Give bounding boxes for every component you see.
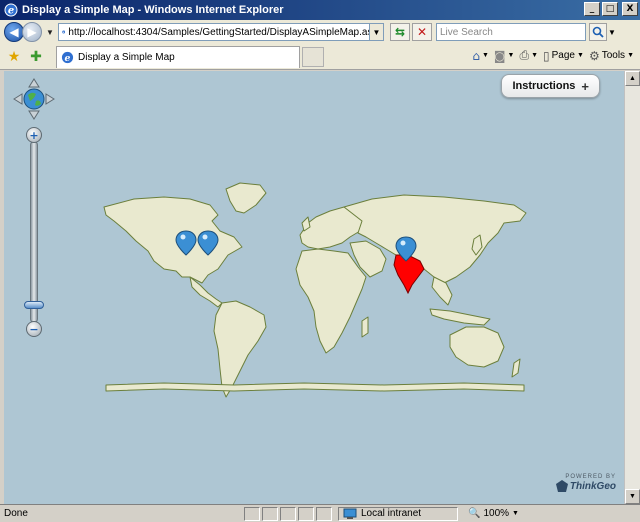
country-india [393,254,425,295]
window-title: Display a Simple Map - Windows Internet … [22,4,284,16]
brand-name: ThinkGeo [569,480,616,492]
status-segment [280,506,296,521]
instructions-button[interactable]: Instructions + [501,74,600,98]
status-segment [244,506,260,521]
vertical-scrollbar[interactable]: ▲ ▼ [624,71,640,504]
zoom-slider-track[interactable] [30,141,38,323]
home-icon: ⌂ [472,48,480,63]
zoom-in-button[interactable]: + [26,127,42,143]
status-segment [262,506,278,521]
land-greenland [225,182,267,214]
zoom-dropdown-icon[interactable]: ▼ [512,510,519,517]
pan-control[interactable] [12,77,56,121]
new-tab-button[interactable] [302,46,324,67]
land-new-zealand [511,358,521,378]
status-text: Done [4,508,28,519]
svg-text:e: e [8,6,14,17]
zoom-level-label: 100% [483,508,510,519]
land-central-america [189,276,223,308]
land-africa [295,248,367,354]
feeds-button[interactable]: ◙ ▼ [494,49,515,63]
search-input[interactable]: Live Search [436,23,586,41]
pan-south-arrow [28,110,40,120]
magnifier-icon: 🔍 [468,508,481,519]
pan-west-arrow [13,93,23,105]
zoom-level[interactable]: 🔍 100% ▼ [468,508,519,519]
refresh-icon: ⇆ [394,25,406,39]
page-menu-label: Page [551,50,575,61]
tools-menu[interactable]: ⚙ Tools ▼ [589,49,634,63]
recent-pages-dropdown[interactable]: ▼ [45,28,55,37]
expand-plus-icon: + [581,78,589,94]
address-url[interactable]: http://localhost:4304/Samples/GettingSta… [68,27,383,38]
map-viewport[interactable]: + − Instructions + POWERED BY ThinkGeo [4,71,624,504]
land-australia [449,326,505,368]
security-zone[interactable]: Local intranet [338,506,458,521]
printer-icon: ⎙ [519,48,530,62]
rss-icon: ◙ [493,48,506,63]
zoom-control[interactable]: + − [24,127,44,337]
close-button[interactable]: X [622,2,638,16]
maximize-button[interactable]: □ [602,2,618,16]
instructions-label: Instructions [512,80,576,92]
page-icon: ▯ [543,48,550,63]
stop-icon: ✕ [416,25,428,39]
forward-arrow-icon: ▶ [27,25,37,39]
print-button[interactable]: ⎙ ▼ [519,48,538,63]
zoom-slider-thumb[interactable] [24,301,44,309]
globe-icon [23,88,45,110]
status-segment [316,506,332,521]
address-dropdown[interactable]: ▼ [369,24,383,40]
search-button[interactable] [589,23,607,41]
search-icon [592,26,604,38]
scroll-down-button[interactable]: ▼ [625,489,640,504]
tab-label: Display a Simple Map [78,51,175,63]
home-button[interactable]: ⌂ ▼ [472,49,489,63]
land-north-america [103,196,243,284]
landmasses [103,182,527,398]
ie-icon: e [4,3,18,17]
back-arrow-icon: ◀ [9,25,19,39]
pan-east-arrow [45,93,55,105]
minimize-button[interactable]: _ [584,2,600,16]
forward-button[interactable]: ▶ [22,22,42,42]
page-ie-icon: e [62,30,66,34]
land-indonesia [429,308,491,326]
stop-button[interactable]: ✕ [412,23,432,41]
page-menu[interactable]: ▯ Page ▼ [543,49,584,63]
scroll-up-button[interactable]: ▲ [625,71,640,86]
window-titlebar: e Display a Simple Map - Windows Interne… [0,0,640,20]
intranet-icon [343,508,357,519]
tools-menu-label: Tools [601,50,626,61]
refresh-button[interactable]: ⇆ [390,23,410,41]
tab-ie-icon: e [61,51,74,63]
search-options-dropdown[interactable]: ▼ [607,28,617,37]
zone-label: Local intranet [361,508,422,519]
land-south-america [213,300,267,398]
address-bar[interactable]: e http://localhost:4304/Samples/GettingS… [58,23,384,41]
thinkgeo-logo-icon [555,480,568,492]
land-madagascar [361,316,369,338]
back-button[interactable]: ◀ [4,22,24,42]
status-bar: Done Local intranet 🔍 100% ▼ [0,504,640,522]
add-favorites-icon[interactable]: ✚ [28,49,44,65]
tab-display-a-simple-map[interactable]: e Display a Simple Map [56,45,300,68]
land-antarctica [105,382,525,392]
world-map[interactable] [4,71,624,504]
svg-text:e: e [65,52,71,63]
zoom-out-button[interactable]: − [26,321,42,337]
land-southeast-asia [431,276,453,306]
favorites-star-icon[interactable]: ★ [6,49,22,65]
powered-by-logo[interactable]: POWERED BY ThinkGeo [552,474,616,492]
pan-north-arrow [28,78,40,88]
gear-icon: ⚙ [588,48,600,63]
tab-toolbar: ★ ✚ e Display a Simple Map ⌂ ▼ ◙ ▼ ⎙ ▼ ▯ Pag… [0,44,640,70]
address-toolbar: ◀ ▶ ▼ e http://localhost:4304/Samples/Ge… [0,20,640,44]
status-segment [298,506,314,521]
